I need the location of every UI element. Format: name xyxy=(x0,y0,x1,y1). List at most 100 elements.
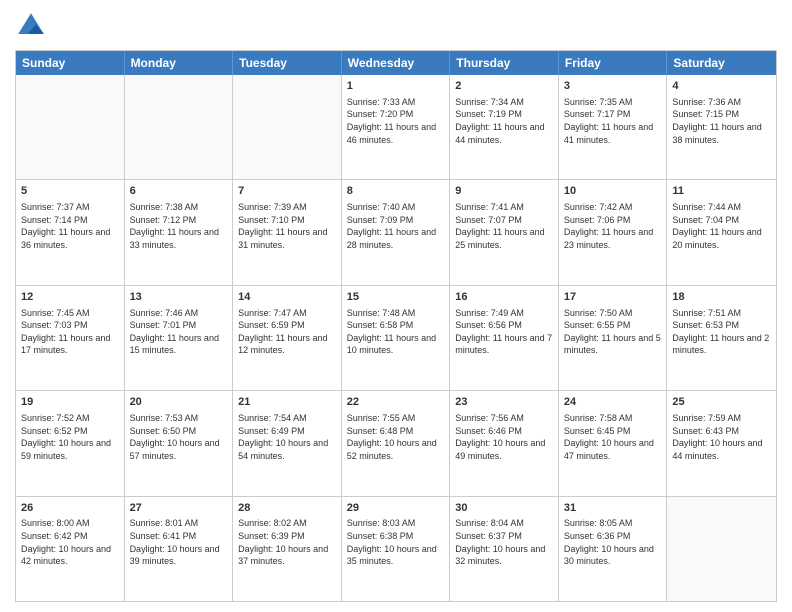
day-info: Sunrise: 8:01 AM Sunset: 6:41 PM Dayligh… xyxy=(130,517,228,567)
calendar-cell-4-0: 26Sunrise: 8:00 AM Sunset: 6:42 PM Dayli… xyxy=(16,497,125,601)
day-info: Sunrise: 8:05 AM Sunset: 6:36 PM Dayligh… xyxy=(564,517,662,567)
day-number: 20 xyxy=(130,395,228,410)
calendar-cell-3-0: 19 Sunrise: 7:52 AM Sunset: 6:52 PM Dayli… xyxy=(16,391,125,495)
calendar-cell-4-5: 31Sunrise: 8:05 AM Sunset: 6:36 PM Dayli… xyxy=(559,497,668,601)
day-info: Sunrise: 7:45 AM Sunset: 7:03 PM Dayligh… xyxy=(21,307,119,357)
calendar-cell-0-6: 4Sunrise: 7:36 AM Sunset: 7:15 PM Daylig… xyxy=(667,75,776,179)
day-info: Sunrise: 7:54 AM Sunset: 6:49 PM Dayligh… xyxy=(238,412,336,462)
header-day-tuesday: Tuesday xyxy=(233,51,342,75)
calendar-cell-2-4: 16 Sunrise: 7:49 AM Sunset: 6:56 PM Dayli… xyxy=(450,286,559,390)
calendar-cell-0-0 xyxy=(16,75,125,179)
calendar-cell-1-2: 7 Sunrise: 7:39 AM Sunset: 7:10 PM Daylig… xyxy=(233,180,342,284)
day-number: 11 xyxy=(672,184,771,199)
calendar: SundayMondayTuesdayWednesdayThursdayFrid… xyxy=(15,50,777,602)
calendar-cell-4-4: 30Sunrise: 8:04 AM Sunset: 6:37 PM Dayli… xyxy=(450,497,559,601)
day-number: 19 xyxy=(21,395,119,410)
calendar-cell-3-3: 22 Sunrise: 7:55 AM Sunset: 6:48 PM Dayli… xyxy=(342,391,451,495)
day-number: 5 xyxy=(21,184,119,199)
calendar-cell-1-5: 10 Sunrise: 7:42 AM Sunset: 7:06 PM Dayli… xyxy=(559,180,668,284)
header-day-monday: Monday xyxy=(125,51,234,75)
day-number: 28 xyxy=(238,501,336,516)
calendar-cell-4-1: 27Sunrise: 8:01 AM Sunset: 6:41 PM Dayli… xyxy=(125,497,234,601)
day-info: Sunrise: 7:40 AM Sunset: 7:09 PM Dayligh… xyxy=(347,201,445,251)
day-info: Sunrise: 7:51 AM Sunset: 6:53 PM Dayligh… xyxy=(672,307,771,357)
day-number: 12 xyxy=(21,290,119,305)
calendar-row-1: 5 Sunrise: 7:37 AM Sunset: 7:14 PM Daylig… xyxy=(16,179,776,284)
day-number: 30 xyxy=(455,501,553,516)
logo-icon xyxy=(15,10,47,42)
day-info: Sunrise: 7:56 AM Sunset: 6:46 PM Dayligh… xyxy=(455,412,553,462)
calendar-cell-1-6: 11 Sunrise: 7:44 AM Sunset: 7:04 PM Dayli… xyxy=(667,180,776,284)
calendar-cell-1-0: 5 Sunrise: 7:37 AM Sunset: 7:14 PM Daylig… xyxy=(16,180,125,284)
day-number: 2 xyxy=(455,79,553,94)
calendar-cell-1-1: 6 Sunrise: 7:38 AM Sunset: 7:12 PM Daylig… xyxy=(125,180,234,284)
calendar-cell-0-1 xyxy=(125,75,234,179)
day-number: 25 xyxy=(672,395,771,410)
calendar-cell-3-1: 20Sunrise: 7:53 AM Sunset: 6:50 PM Dayli… xyxy=(125,391,234,495)
day-info: Sunrise: 7:37 AM Sunset: 7:14 PM Dayligh… xyxy=(21,201,119,251)
day-number: 6 xyxy=(130,184,228,199)
day-number: 16 xyxy=(455,290,553,305)
calendar-cell-3-5: 24 Sunrise: 7:58 AM Sunset: 6:45 PM Dayli… xyxy=(559,391,668,495)
header-day-saturday: Saturday xyxy=(667,51,776,75)
calendar-row-4: 26Sunrise: 8:00 AM Sunset: 6:42 PM Dayli… xyxy=(16,496,776,601)
day-info: Sunrise: 8:00 AM Sunset: 6:42 PM Dayligh… xyxy=(21,517,119,567)
day-info: Sunrise: 7:55 AM Sunset: 6:48 PM Dayligh… xyxy=(347,412,445,462)
day-info: Sunrise: 7:42 AM Sunset: 7:06 PM Dayligh… xyxy=(564,201,662,251)
day-info: Sunrise: 7:48 AM Sunset: 6:58 PM Dayligh… xyxy=(347,307,445,357)
day-number: 1 xyxy=(347,79,445,94)
day-number: 15 xyxy=(347,290,445,305)
day-info: Sunrise: 7:49 AM Sunset: 6:56 PM Dayligh… xyxy=(455,307,553,357)
calendar-cell-3-2: 21 Sunrise: 7:54 AM Sunset: 6:49 PM Dayli… xyxy=(233,391,342,495)
day-number: 4 xyxy=(672,79,771,94)
day-number: 29 xyxy=(347,501,445,516)
day-info: Sunrise: 7:33 AM Sunset: 7:20 PM Dayligh… xyxy=(347,96,445,146)
day-number: 21 xyxy=(238,395,336,410)
calendar-cell-0-5: 3 Sunrise: 7:35 AM Sunset: 7:17 PM Daylig… xyxy=(559,75,668,179)
day-info: Sunrise: 7:38 AM Sunset: 7:12 PM Dayligh… xyxy=(130,201,228,251)
calendar-cell-1-3: 8 Sunrise: 7:40 AM Sunset: 7:09 PM Daylig… xyxy=(342,180,451,284)
day-number: 23 xyxy=(455,395,553,410)
day-number: 18 xyxy=(672,290,771,305)
header xyxy=(15,10,777,42)
calendar-row-2: 12 Sunrise: 7:45 AM Sunset: 7:03 PM Dayli… xyxy=(16,285,776,390)
day-number: 22 xyxy=(347,395,445,410)
calendar-cell-4-2: 28Sunrise: 8:02 AM Sunset: 6:39 PM Dayli… xyxy=(233,497,342,601)
header-day-wednesday: Wednesday xyxy=(342,51,451,75)
day-info: Sunrise: 7:47 AM Sunset: 6:59 PM Dayligh… xyxy=(238,307,336,357)
calendar-cell-4-3: 29Sunrise: 8:03 AM Sunset: 6:38 PM Dayli… xyxy=(342,497,451,601)
calendar-cell-3-6: 25 Sunrise: 7:59 AM Sunset: 6:43 PM Dayli… xyxy=(667,391,776,495)
day-number: 3 xyxy=(564,79,662,94)
day-info: Sunrise: 7:59 AM Sunset: 6:43 PM Dayligh… xyxy=(672,412,771,462)
day-number: 24 xyxy=(564,395,662,410)
day-number: 17 xyxy=(564,290,662,305)
day-number: 8 xyxy=(347,184,445,199)
calendar-cell-3-4: 23 Sunrise: 7:56 AM Sunset: 6:46 PM Dayli… xyxy=(450,391,559,495)
day-info: Sunrise: 8:04 AM Sunset: 6:37 PM Dayligh… xyxy=(455,517,553,567)
header-day-friday: Friday xyxy=(559,51,668,75)
calendar-cell-2-2: 14 Sunrise: 7:47 AM Sunset: 6:59 PM Dayli… xyxy=(233,286,342,390)
day-info: Sunrise: 8:03 AM Sunset: 6:38 PM Dayligh… xyxy=(347,517,445,567)
calendar-cell-2-5: 17Sunrise: 7:50 AM Sunset: 6:55 PM Dayli… xyxy=(559,286,668,390)
calendar-body: 1 Sunrise: 7:33 AM Sunset: 7:20 PM Daylig… xyxy=(16,75,776,601)
day-info: Sunrise: 7:52 AM Sunset: 6:52 PM Dayligh… xyxy=(21,412,119,462)
day-info: Sunrise: 7:44 AM Sunset: 7:04 PM Dayligh… xyxy=(672,201,771,251)
day-info: Sunrise: 7:39 AM Sunset: 7:10 PM Dayligh… xyxy=(238,201,336,251)
header-day-sunday: Sunday xyxy=(16,51,125,75)
day-number: 26 xyxy=(21,501,119,516)
day-number: 10 xyxy=(564,184,662,199)
calendar-cell-0-3: 1 Sunrise: 7:33 AM Sunset: 7:20 PM Daylig… xyxy=(342,75,451,179)
calendar-row-3: 19 Sunrise: 7:52 AM Sunset: 6:52 PM Dayli… xyxy=(16,390,776,495)
day-info: Sunrise: 7:35 AM Sunset: 7:17 PM Dayligh… xyxy=(564,96,662,146)
day-number: 31 xyxy=(564,501,662,516)
calendar-header: SundayMondayTuesdayWednesdayThursdayFrid… xyxy=(16,51,776,75)
day-number: 14 xyxy=(238,290,336,305)
day-info: Sunrise: 7:58 AM Sunset: 6:45 PM Dayligh… xyxy=(564,412,662,462)
day-info: Sunrise: 8:02 AM Sunset: 6:39 PM Dayligh… xyxy=(238,517,336,567)
calendar-cell-2-3: 15 Sunrise: 7:48 AM Sunset: 6:58 PM Dayli… xyxy=(342,286,451,390)
page: SundayMondayTuesdayWednesdayThursdayFrid… xyxy=(0,0,792,612)
day-number: 7 xyxy=(238,184,336,199)
day-info: Sunrise: 7:34 AM Sunset: 7:19 PM Dayligh… xyxy=(455,96,553,146)
calendar-cell-2-6: 18 Sunrise: 7:51 AM Sunset: 6:53 PM Dayli… xyxy=(667,286,776,390)
calendar-cell-0-4: 2 Sunrise: 7:34 AM Sunset: 7:19 PM Daylig… xyxy=(450,75,559,179)
